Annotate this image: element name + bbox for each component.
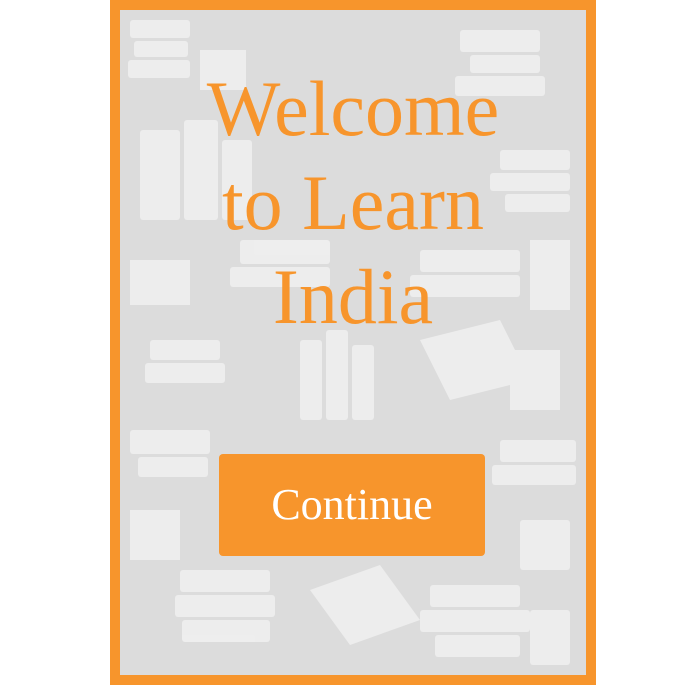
welcome-title-line-2: to Learn [221, 159, 485, 246]
welcome-screen: Welcome to Learn India Continue [0, 0, 700, 685]
continue-button[interactable]: Continue [219, 454, 485, 556]
welcome-title: Welcome to Learn India [120, 62, 586, 344]
welcome-card: Welcome to Learn India Continue [110, 0, 596, 685]
welcome-title-line-1: Welcome [206, 65, 500, 152]
welcome-title-line-3: India [272, 253, 434, 340]
